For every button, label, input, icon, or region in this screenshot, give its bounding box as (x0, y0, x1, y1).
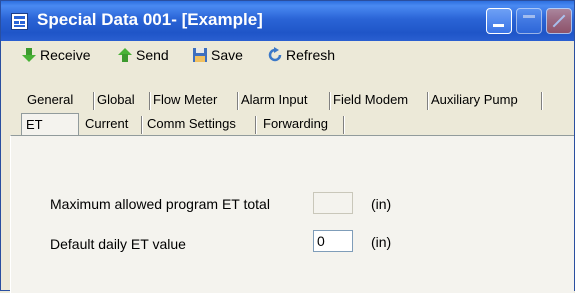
tab-global[interactable]: Global (95, 89, 149, 111)
app-icon (11, 13, 28, 30)
daily-et-input[interactable]: 0 (313, 230, 353, 252)
tab-field-modem[interactable]: Field Modem (331, 89, 427, 111)
daily-et-unit: (in) (371, 234, 392, 250)
tab-auxiliary-pump[interactable]: Auxiliary Pump (429, 89, 541, 111)
save-button[interactable]: Save (192, 45, 243, 65)
window-title: Special Data 001- [Example] (37, 10, 263, 29)
maximize-button[interactable] (516, 8, 542, 34)
save-label: Save (211, 47, 243, 63)
receive-button[interactable]: Receive (21, 45, 91, 65)
tab-row-1: General Global Flow Meter Alarm Input Fi… (25, 89, 565, 111)
max-et-unit: (in) (371, 196, 392, 212)
max-et-label: Maximum allowed program ET total (50, 196, 270, 212)
tab-current[interactable]: Current (83, 113, 141, 135)
et-tab-panel: Maximum allowed program ET total (in) De… (10, 135, 574, 293)
daily-et-label: Default daily ET value (50, 236, 186, 252)
send-button[interactable]: Send (117, 45, 169, 65)
app-window: Special Data 001- [Example] Receive Send (0, 0, 575, 293)
tab-flow-meter[interactable]: Flow Meter (151, 89, 237, 111)
refresh-icon (268, 47, 282, 62)
minimize-icon (493, 24, 504, 27)
toolbar: Receive Send Save Refresh (1, 41, 574, 69)
maximize-icon (523, 15, 535, 18)
close-icon (552, 14, 566, 28)
save-icon (193, 48, 207, 62)
tab-forwarding[interactable]: Forwarding (261, 113, 343, 135)
close-button[interactable] (546, 8, 572, 34)
tab-row-2: ET Current Comm Settings Forwarding (21, 113, 361, 136)
refresh-label: Refresh (286, 47, 336, 63)
tab-et[interactable]: ET (21, 113, 79, 136)
title-bar[interactable]: Special Data 001- [Example] (1, 1, 574, 41)
arrow-down-icon (22, 48, 36, 62)
refresh-button[interactable]: Refresh (267, 45, 335, 65)
max-et-input[interactable] (313, 192, 353, 214)
receive-label: Receive (40, 47, 91, 63)
tab-comm-settings[interactable]: Comm Settings (145, 113, 255, 135)
minimize-button[interactable] (486, 8, 512, 34)
send-label: Send (136, 47, 169, 63)
tab-alarm-input[interactable]: Alarm Input (239, 89, 329, 111)
arrow-up-icon (118, 48, 132, 62)
tab-general[interactable]: General (25, 89, 93, 111)
